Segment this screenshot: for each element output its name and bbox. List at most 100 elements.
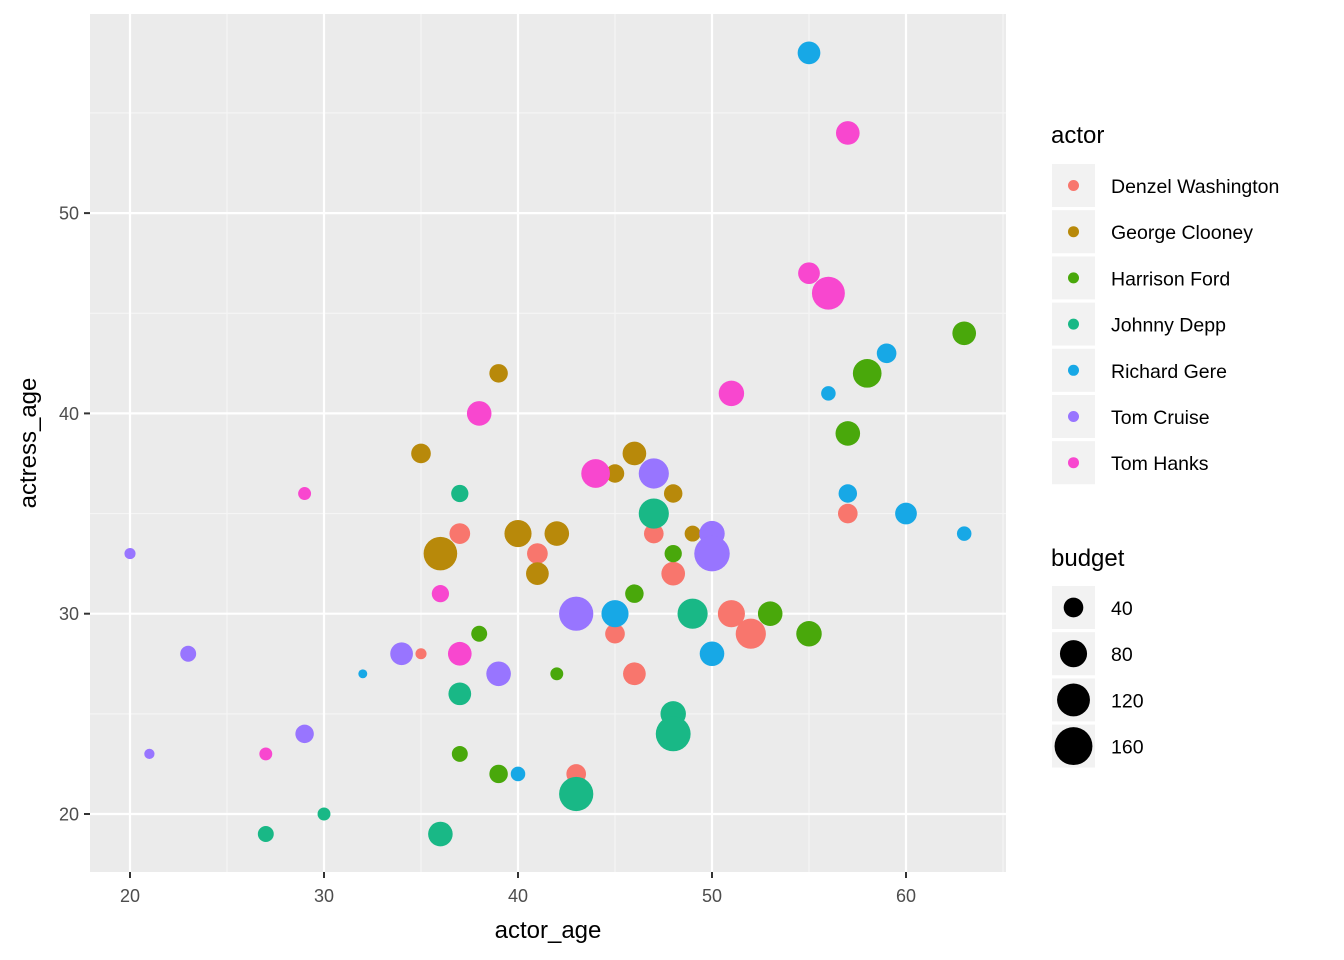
point-richard-gere [510, 766, 526, 782]
y-tick-label: 30 [59, 604, 79, 624]
point-tom-cruise [694, 535, 730, 572]
x-tick-label: 40 [508, 886, 528, 906]
point-george-clooney [622, 441, 647, 466]
point-denzel-washington [415, 648, 427, 660]
point-johnny-depp [638, 498, 669, 529]
point-johnny-depp [451, 484, 469, 503]
point-johnny-depp [677, 598, 708, 629]
point-denzel-washington [837, 503, 858, 524]
point-tom-hanks [835, 121, 860, 145]
y-tick-label: 50 [59, 204, 79, 224]
point-richard-gere [797, 41, 821, 65]
legend-color-swatch [1068, 318, 1079, 330]
legend-size-swatch [1054, 727, 1093, 766]
actor-legend: actor Denzel Washington George Clooney Har… [1051, 122, 1279, 485]
point-george-clooney [489, 364, 508, 383]
point-george-clooney [684, 525, 701, 542]
legend-label: Tom Cruise [1111, 407, 1210, 429]
point-richard-gere [956, 526, 972, 541]
point-harrison-ford [471, 625, 488, 642]
point-richard-gere [821, 386, 836, 401]
y-tick-label: 20 [59, 805, 79, 825]
point-harrison-ford [664, 544, 682, 563]
legend-label: Denzel Washington [1111, 176, 1279, 198]
legend-size-swatch [1063, 597, 1084, 618]
point-tom-cruise [295, 724, 314, 744]
point-denzel-washington [735, 618, 766, 649]
point-tom-hanks [298, 487, 312, 500]
point-harrison-ford [852, 359, 882, 388]
y-axis-title: actress_age [15, 378, 42, 509]
legend-label: 80 [1111, 644, 1133, 666]
legend-color-swatch [1068, 272, 1079, 284]
x-axis-title: actor_age [495, 917, 602, 944]
legend-color-swatch [1068, 180, 1079, 191]
point-tom-hanks [811, 276, 845, 310]
x-tick-label: 20 [120, 886, 140, 906]
point-richard-gere [838, 484, 858, 503]
point-johnny-depp [655, 716, 691, 752]
point-denzel-washington [661, 561, 686, 586]
legend-label: 160 [1111, 737, 1144, 759]
point-tom-hanks [798, 262, 820, 285]
legend-label: Richard Gere [1111, 361, 1227, 383]
point-richard-gere [876, 343, 897, 364]
point-tom-cruise [144, 748, 155, 760]
point-johnny-depp [257, 826, 274, 843]
point-tom-cruise [124, 548, 136, 560]
legend-label: Johnny Depp [1111, 315, 1226, 337]
actor-legend-title: actor [1051, 122, 1104, 149]
point-tom-hanks [466, 401, 492, 426]
x-axis: 20 30 40 50 60 [120, 872, 916, 906]
legend-label: Harrison Ford [1111, 268, 1230, 290]
point-denzel-washington [623, 662, 646, 686]
point-tom-hanks [718, 380, 745, 407]
point-george-clooney [544, 521, 570, 546]
point-tom-hanks [447, 641, 472, 666]
point-george-clooney [663, 484, 683, 503]
point-george-clooney [411, 443, 431, 464]
legend-color-swatch [1068, 411, 1079, 422]
point-harrison-ford [550, 667, 564, 681]
point-harrison-ford [952, 321, 977, 346]
point-tom-cruise [638, 458, 669, 489]
point-george-clooney [526, 562, 549, 585]
legend-size-swatch [1059, 640, 1088, 668]
budget-legend: budget 40 80 120 160 [1051, 545, 1144, 768]
point-harrison-ford [757, 601, 783, 626]
point-johnny-depp [428, 821, 453, 847]
point-tom-cruise [390, 642, 413, 666]
legend-label: 40 [1111, 598, 1133, 620]
x-tick-label: 30 [314, 886, 334, 906]
legend-color-swatch [1068, 364, 1079, 376]
point-richard-gere [601, 600, 629, 628]
legend-size-swatch [1057, 683, 1090, 717]
point-tom-cruise [559, 596, 594, 631]
y-tick-label: 40 [59, 404, 79, 424]
x-tick-label: 60 [896, 886, 916, 906]
point-richard-gere [358, 669, 368, 679]
point-harrison-ford [796, 621, 822, 647]
legend-label: George Clooney [1111, 222, 1253, 244]
legend-label: Tom Hanks [1111, 453, 1209, 475]
point-johnny-depp [559, 776, 594, 812]
point-richard-gere [699, 641, 725, 667]
legend-label: 120 [1111, 690, 1144, 712]
legend-color-swatch [1068, 457, 1079, 469]
point-tom-cruise [486, 661, 511, 687]
point-denzel-washington [449, 523, 471, 544]
point-george-clooney [504, 520, 532, 548]
point-johnny-depp [317, 807, 331, 821]
point-harrison-ford [625, 584, 644, 603]
legend-color-swatch [1068, 226, 1079, 238]
point-george-clooney [423, 536, 458, 571]
x-tick-label: 50 [702, 886, 722, 906]
point-tom-hanks [259, 747, 273, 761]
point-richard-gere [895, 502, 917, 525]
y-axis: 20 30 40 50 [59, 204, 90, 825]
point-tom-hanks [431, 585, 450, 603]
point-johnny-depp [448, 682, 472, 706]
budget-legend-title: budget [1051, 545, 1125, 572]
point-harrison-ford [835, 421, 861, 446]
point-tom-cruise [180, 645, 197, 662]
